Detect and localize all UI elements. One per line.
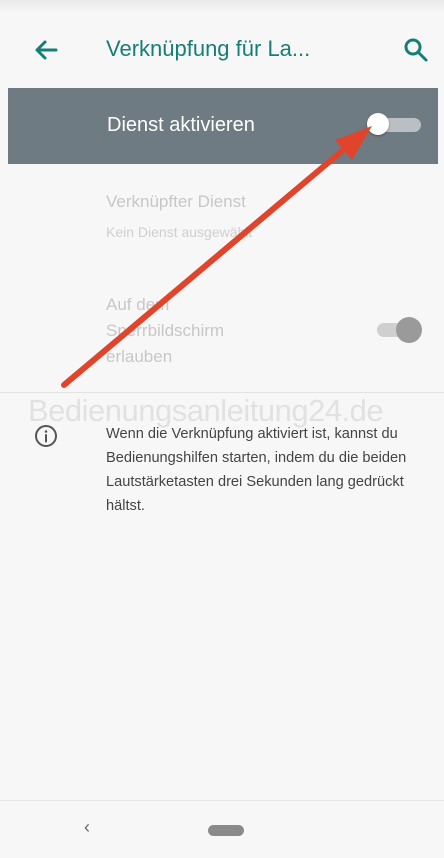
arrow-left-icon[interactable] (30, 34, 62, 66)
status-bar (0, 0, 444, 14)
info-icon (35, 425, 57, 447)
master-switch-label: Dienst aktivieren (107, 114, 255, 136)
linked-service-subtitle: Kein Dienst ausgewählt (106, 224, 253, 240)
info-text: Wenn die Verknüpfung aktiviert ist, kann… (106, 426, 407, 514)
lockscreen-switch-thumb[interactable] (396, 317, 422, 343)
screen: Verknüpfung für La... Dienst aktivieren … (0, 0, 444, 858)
linked-service-title: Verknüpfter Dienst (106, 192, 246, 211)
nav-back-icon[interactable]: ‹ (84, 817, 90, 838)
nav-home-pill[interactable] (208, 825, 244, 836)
master-switch-row[interactable]: Dienst aktivieren (8, 88, 438, 164)
lockscreen-label: Auf dem Sperrbildschirm erlauben (106, 295, 225, 366)
master-switch-thumb[interactable] (367, 113, 389, 135)
navigation-bar: ‹ (0, 800, 444, 858)
app-bar: Verknüpfung für La... (0, 14, 444, 86)
page-title: Verknüpfung für La... (106, 36, 311, 61)
search-icon[interactable] (402, 36, 430, 64)
